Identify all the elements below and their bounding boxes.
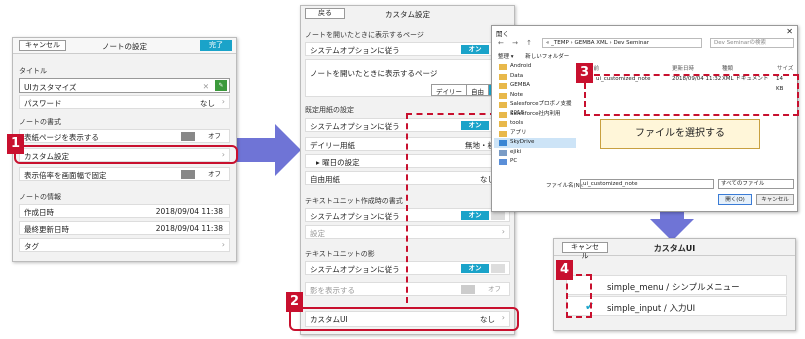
tree-item[interactable]: tools xyxy=(494,119,576,129)
select-file-callout: ファイルを選択する xyxy=(600,119,760,149)
page-title: カスタム設定 xyxy=(385,10,430,19)
on-text: オン xyxy=(461,45,489,54)
system-option-label: システムオプションに従う xyxy=(310,46,400,55)
filename-label: ファイル名(N): xyxy=(546,183,584,189)
settings-label: 設定 xyxy=(310,229,325,238)
custom-ui-item[interactable]: simple_menu / シンプルメニュー xyxy=(566,275,787,295)
step-1-badge: 1 xyxy=(7,134,24,154)
cover-toggle-text: オフ xyxy=(208,132,221,140)
cover-page-label: 表紙ページを表示する xyxy=(24,133,99,142)
close-icon[interactable]: ✕ xyxy=(786,27,793,36)
note-info-heading: ノートの情報 xyxy=(19,193,61,201)
highlight-custom-ui xyxy=(289,307,519,331)
handwriting-icon[interactable]: ✎ xyxy=(215,80,227,91)
step-4-badge: 4 xyxy=(556,260,573,280)
system-option-label: システムオプションに従う xyxy=(310,122,400,131)
show-shadow-label: 影を表示する xyxy=(310,286,355,295)
free-paper-label: 自由用紙 xyxy=(310,175,340,184)
folder-tree: Android Data GEMBA Note Salesforceプロボノ支援… xyxy=(494,62,576,180)
clear-icon[interactable]: ✕ xyxy=(203,82,209,91)
password-label: パスワード xyxy=(24,99,62,108)
open-page-label: ノートを開いたときに表示するページ xyxy=(310,69,438,78)
tree-item[interactable]: SkyDrive xyxy=(494,138,576,148)
tags-row[interactable]: タグ › xyxy=(19,238,230,252)
col-type[interactable]: 種類 xyxy=(722,64,733,72)
tree-item[interactable]: Salesforce社内利用 xyxy=(494,110,576,120)
item-label: simple_input / 入力UI xyxy=(607,304,696,314)
toolbar: 整理 ▾ 新しいフォルダー xyxy=(498,52,569,60)
daily-paper-label: デイリー用紙 xyxy=(310,141,355,150)
shadow-heading: テキストユニットの影 xyxy=(305,250,375,258)
tree-item[interactable]: Android xyxy=(494,62,576,72)
open-page-heading: ノートを開いたときに表示するページ xyxy=(305,31,424,39)
fit-screen-toggle[interactable]: オフ xyxy=(181,170,225,179)
paper-heading: 既定用紙の設定 xyxy=(305,106,354,114)
filename-input[interactable]: ui_customized_note xyxy=(580,179,714,189)
step-3-badge: 3 xyxy=(576,63,593,83)
open-system-row: システムオプションに従う オン xyxy=(305,42,510,56)
updated-row: 最終更新日時 2018/09/04 11:38 xyxy=(19,221,230,235)
cover-page-row: 表紙ページを表示する オフ xyxy=(19,129,230,143)
custom-ui-header: キャンセル カスタムUI xyxy=(554,239,795,260)
tree-item[interactable]: アプリ xyxy=(494,129,576,139)
weekday-label: ▸ 曜日の設定 xyxy=(316,158,360,167)
custom-ui-item[interactable]: ✔ simple_input / 入力UI xyxy=(566,296,787,316)
open-button[interactable]: 開く(O) xyxy=(718,194,752,205)
tree-item[interactable]: ejiki xyxy=(494,148,576,158)
dashed-guide xyxy=(406,113,496,303)
step-2-badge: 2 xyxy=(286,292,303,312)
updated-value: 2018/09/04 11:38 xyxy=(155,224,223,233)
system-option-label: システムオプションに従う xyxy=(310,212,400,221)
tree-item[interactable]: Salesforceプロボノ支援2018 xyxy=(494,100,576,116)
organize-button[interactable]: 整理 ▾ xyxy=(498,54,514,60)
tree-item[interactable]: Data xyxy=(494,72,576,82)
password-value: なし xyxy=(200,99,215,108)
arrow-right-1 xyxy=(237,124,301,176)
note-format-heading: ノートの書式 xyxy=(19,118,61,126)
created-label: 作成日時 xyxy=(24,208,54,217)
highlight-custom-settings xyxy=(14,145,238,164)
search-input[interactable]: Dev Seminarの検索 xyxy=(710,38,794,48)
col-date[interactable]: 更新日時 xyxy=(672,64,694,72)
page-title: カスタムUI xyxy=(653,244,696,253)
highlight-checkbox xyxy=(566,274,592,318)
new-folder-button[interactable]: 新しいフォルダー xyxy=(525,54,569,60)
seg-daily[interactable]: デイリー xyxy=(432,85,467,96)
dialog-title: 開く xyxy=(496,30,509,38)
cover-page-toggle[interactable]: オフ xyxy=(181,132,225,141)
created-row: 作成日時 2018/09/04 11:38 xyxy=(19,204,230,218)
created-value: 2018/09/04 11:38 xyxy=(155,207,223,216)
col-size[interactable]: サイズ xyxy=(777,64,793,72)
nav-arrows[interactable]: ← → ↑ xyxy=(498,39,535,47)
item-label: simple_menu / シンプルメニュー xyxy=(607,283,740,293)
password-row[interactable]: パスワード なし › xyxy=(19,95,230,109)
chevron-right-icon: › xyxy=(501,227,505,236)
updated-label: 最終更新日時 xyxy=(24,225,69,234)
filetype-select[interactable]: すべてのファイル xyxy=(718,179,794,189)
seg-free[interactable]: 自由 xyxy=(467,85,489,96)
tree-item[interactable]: PC xyxy=(494,157,576,167)
highlight-file xyxy=(584,74,799,116)
title-input[interactable]: UIカスタマイズ ✕ ✎ xyxy=(19,78,230,93)
done-button[interactable]: 完了 xyxy=(200,40,232,51)
fit-screen-label: 表示倍率を画面幅で固定 xyxy=(24,171,107,180)
text-format-heading: テキストユニット作成時の書式 xyxy=(305,197,403,205)
tags-label: タグ xyxy=(24,242,39,251)
fit-toggle-text: オフ xyxy=(208,170,221,178)
tree-item[interactable]: GEMBA xyxy=(494,81,576,91)
tree-item[interactable]: Note xyxy=(494,91,576,101)
title-value: UIカスタマイズ xyxy=(24,83,77,92)
title-label: タイトル xyxy=(19,67,47,75)
system-option-label: システムオプションに従う xyxy=(310,265,400,274)
fit-screen-row: 表示倍率を画面幅で固定 オフ xyxy=(19,167,230,181)
chevron-right-icon: › xyxy=(221,240,225,249)
chevron-right-icon: › xyxy=(221,97,225,106)
cancel-button[interactable]: キャンセル xyxy=(756,194,794,205)
note-settings-header: キャンセル ノートの設定 完了 xyxy=(13,38,236,54)
address-bar[interactable]: « _TEMP › GEMBA XML › Dev Seminar xyxy=(542,38,702,48)
